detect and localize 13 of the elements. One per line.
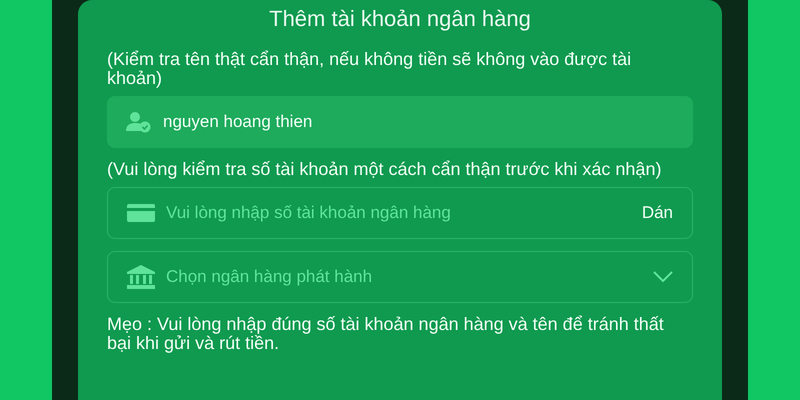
name-field[interactable]: nguyen hoang thien [107, 96, 693, 148]
tip-text: Mẹo : Vui lòng nhập đúng số tài khoản ngân hàng và tên để tránh thất bại khi gửi và rút tiền. [107, 315, 665, 353]
chevron-down-icon [653, 271, 673, 283]
account-hint: (Vui lòng kiểm tra số tài khoản một cách cẩn thận trước khi xác nhận) [107, 160, 662, 179]
bank-placeholder: Chọn ngân hàng phát hành [166, 267, 374, 287]
bank-icon [127, 265, 155, 289]
form-title: Thêm tài khoản ngân hàng [268, 6, 532, 32]
account-number-field[interactable]: Vui lòng nhập số tài khoản ngân hàng Dán [107, 187, 693, 239]
user-check-icon [126, 111, 152, 133]
paste-button[interactable]: Dán [642, 203, 673, 223]
bank-select[interactable]: Chọn ngân hàng phát hành [107, 251, 693, 303]
card-icon [127, 204, 155, 222]
name-hint: (Kiểm tra tên thật cẩn thận, nếu không tiền sẽ không vào được tài khoản) [107, 50, 632, 88]
